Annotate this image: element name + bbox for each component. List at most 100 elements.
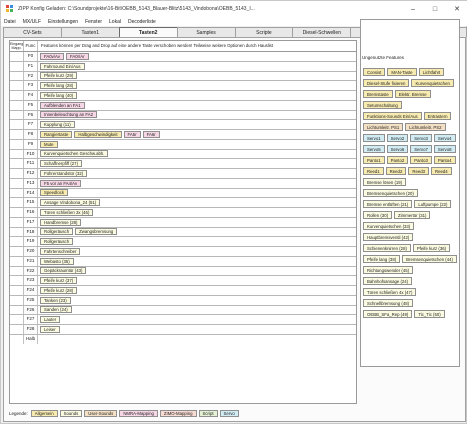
eingang-mapping-cell[interactable] xyxy=(10,208,24,217)
unused-feature-lichtumleitr-ps2[interactable]: Lichtumleitr. PS2 xyxy=(405,123,446,131)
unused-feature-servo8[interactable]: Servo8 xyxy=(433,145,456,153)
eingang-mapping-cell[interactable] xyxy=(10,159,24,168)
unused-feature-pfeife-lang-38[interactable]: Pfeife lang (38) xyxy=(363,255,401,263)
eingang-mapping-cell[interactable] xyxy=(10,227,24,237)
tab-scripte[interactable]: Scripte xyxy=(234,27,294,37)
unused-feature-servo4[interactable]: Servo4 xyxy=(433,134,456,142)
tab-tasten1[interactable]: Tasten1 xyxy=(60,27,120,37)
feature-drop-zone[interactable]: Lauter xyxy=(38,315,356,324)
unused-feature-panto3[interactable]: Panto3 xyxy=(410,156,432,164)
unused-feature-kurvenquietschen[interactable]: Kurvenquietschen xyxy=(411,79,454,87)
eingang-mapping-cell[interactable] xyxy=(10,247,24,256)
feature-drop-zone[interactable]: Rollgeräusch Zwangsbremsung xyxy=(38,228,356,237)
feature-drop-zone[interactable]: Tanken (23) xyxy=(38,296,356,305)
unused-feature-schienenknirren-28[interactable]: Schienenknirren (28) xyxy=(363,244,411,252)
feature-drop-zone[interactable]: Ansage Vindobona_24 (51) xyxy=(38,198,356,207)
feature-chip-leiser[interactable]: Leiser xyxy=(40,325,60,333)
unused-feature-diesel-stufe-fixieren[interactable]: Diesel-Stufe fixieren xyxy=(363,79,410,87)
feature-drop-zone[interactable]: Innenbeleuchtung an FA2 xyxy=(38,111,356,120)
feature-drop-zone[interactable]: Sanden (24) xyxy=(38,306,356,315)
feature-chip-lauter[interactable]: Lauter xyxy=(40,316,61,324)
eingang-mapping-cell[interactable] xyxy=(10,276,24,285)
menu-item-fenster[interactable]: Fenster xyxy=(85,19,102,25)
unused-feature-bremse-entl-ften-21[interactable]: Bremse entlüften (21) xyxy=(363,200,413,208)
feature-chip-pfeife-kurz-37[interactable]: Pfeife kurz (37) xyxy=(40,277,78,285)
feature-chip-schaffnerpfiff-27[interactable]: Schaffnerpfiff (27) xyxy=(40,160,82,168)
unused-feature-man-taste[interactable]: MAN-Taste xyxy=(387,68,417,76)
eingang-mapping-cell[interactable] xyxy=(10,266,24,276)
eingang-mapping-cell[interactable] xyxy=(10,178,24,188)
unused-feature-reed1[interactable]: Reed1 xyxy=(363,167,384,175)
feature-chip-aufblenden-an-fa1[interactable]: Aufblenden an FA1 xyxy=(40,101,85,109)
feature-chip-tanken-23[interactable]: Tanken (23) xyxy=(40,296,71,304)
feature-chip-pfeife-kurz-29[interactable]: Pfeife kurz (29) xyxy=(40,72,78,80)
unused-feature-servo7[interactable]: Servo7 xyxy=(410,145,432,153)
close-button[interactable]: ✕ xyxy=(446,1,467,17)
feature-chip-pfeife-kurz-28[interactable]: Pfeife kurz (28) xyxy=(40,286,78,294)
tab-cv-sets[interactable]: CV-Sets xyxy=(3,27,62,37)
eingang-mapping-cell[interactable] xyxy=(10,305,24,315)
unused-feature-schnellbremsung-48[interactable]: Schnellbremsung (48) xyxy=(363,299,414,307)
feature-drop-zone[interactable]: Pfeife lang (40) xyxy=(38,91,356,100)
eingang-mapping-cell[interactable] xyxy=(10,237,24,246)
feature-chip-innenbeleuchtung-an-fa2[interactable]: Innenbeleuchtung an FA2 xyxy=(40,111,97,119)
feature-drop-zone[interactable]: Fahrtenschreiber xyxy=(38,247,356,256)
unused-feature-panto2[interactable]: Panto2 xyxy=(386,156,409,164)
unused-feature-servo1[interactable]: Servo1 xyxy=(363,134,385,142)
unused-feature-servo3[interactable]: Servo3 xyxy=(410,134,432,142)
unused-feature-richtungswender-45[interactable]: Richtungswender (45) xyxy=(363,266,414,274)
menu-item-decoderliste[interactable]: Decoderliste xyxy=(128,19,156,25)
feature-chip-sanden-24[interactable]: Sanden (24) xyxy=(40,306,72,314)
minimize-button[interactable]: – xyxy=(402,1,424,17)
feature-drop-zone[interactable]: Speedlock xyxy=(38,189,356,198)
feature-chip-halbgeschwindigkeit[interactable]: Halbgeschwindigkeit xyxy=(74,130,122,138)
feature-drop-zone[interactable]: Handbremse (28) xyxy=(38,218,356,227)
feature-drop-zone[interactable]: Kurvenquietschen Geschw.abh. xyxy=(38,150,356,159)
tab-samples[interactable]: Samples xyxy=(176,27,236,37)
feature-drop-zone[interactable]: Pfeife kurz (29) xyxy=(38,72,356,81)
unused-feature-reed3[interactable]: Reed3 xyxy=(408,167,430,175)
feature-chip-mute[interactable]: Mute xyxy=(40,140,58,148)
unused-feature-bremsenquietschen-44[interactable]: Bremsenquietschen (44) xyxy=(402,255,457,263)
eingang-mapping-cell[interactable] xyxy=(10,149,24,159)
eingang-mapping-cell[interactable] xyxy=(10,81,24,90)
unused-feature-reed4[interactable]: Reed4 xyxy=(431,167,452,175)
eingang-mapping-cell[interactable] xyxy=(10,139,24,149)
feature-drop-zone[interactable]: Türen schließen 3x (46) xyxy=(38,208,356,217)
feature-drop-zone[interactable]: Gepäckraumtür (43) xyxy=(38,267,356,276)
feature-drop-zone[interactable]: Aufblenden an FA1 xyxy=(38,101,356,110)
unused-feature-setumschaltung[interactable]: Setumschaltung xyxy=(363,101,402,109)
eingang-mapping-cell[interactable] xyxy=(10,295,24,305)
feature-drop-zone[interactable]: F5 vor an FA4/Av xyxy=(38,179,356,188)
unused-feature-bahnhofsansage-24[interactable]: Bahnhofsansage (24) xyxy=(363,277,413,285)
unused-feature-reed2[interactable]: Reed2 xyxy=(385,167,407,175)
feature-chip-kurvenquietschen-geschw-abh[interactable]: Kurvenquietschen Geschw.abh. xyxy=(40,150,109,158)
feature-drop-zone[interactable] xyxy=(38,335,356,344)
unused-feature-oebb-sfa-rep-49[interactable]: OEBB_SFa_Rep (49) xyxy=(363,310,413,318)
feature-chip-fahrsound-ein-aus[interactable]: Fahrsound Ein/Aus xyxy=(40,62,85,70)
unused-feature-kurvenquietschen-33[interactable]: Kurvenquietschen (33) xyxy=(363,222,415,230)
eingang-mapping-cell[interactable] xyxy=(10,110,24,120)
feature-drop-zone[interactable]: Leiser xyxy=(38,325,356,334)
feature-drop-zone[interactable]: Rangiertaste Halbgeschwindigkeit FA5r FA6r xyxy=(38,130,356,139)
unused-feature-bremsenquietschen-20[interactable]: Bremsenquietschen (20) xyxy=(363,189,418,197)
eingang-mapping-cell[interactable] xyxy=(10,130,24,139)
eingang-mapping-cell[interactable] xyxy=(10,91,24,100)
unused-feature-consist[interactable]: Consist xyxy=(363,68,386,76)
feature-chip-pfeife-lang-28[interactable]: Pfeife lang (28) xyxy=(40,82,78,90)
tab-diesel-schwellen[interactable]: Diesel-Schwellen xyxy=(292,27,352,37)
feature-drop-zone[interactable]: Pfeife kurz (37) xyxy=(38,276,356,285)
unused-feature-t-ren-schlie-en-4x-47[interactable]: Türen schließen 4x (47) xyxy=(363,288,417,296)
feature-chip-rangiertaste[interactable]: Rangiertaste xyxy=(40,130,73,138)
feature-drop-zone[interactable]: FA0v/Av FA0r/Ar xyxy=(38,52,356,61)
eingang-mapping-cell[interactable] xyxy=(10,120,24,129)
feature-chip-f-hrerstandst-r-32[interactable]: Führerstandstür (32) xyxy=(40,169,88,177)
unused-feature-servo5[interactable]: Servo5 xyxy=(363,145,385,153)
eingang-mapping-cell[interactable] xyxy=(10,325,24,334)
unused-feature-pfeife-kurz-36[interactable]: Pfeife kurz (36) xyxy=(412,244,451,252)
unused-feature-panto1[interactable]: Panto1 xyxy=(363,156,385,164)
feature-chip-fa5r[interactable]: FA5r xyxy=(123,130,141,138)
feature-chip-t-ren-schlie-en-3x-46[interactable]: Türen schließen 3x (46) xyxy=(40,208,94,216)
feature-drop-zone[interactable]: Mute xyxy=(38,140,356,149)
eingang-mapping-cell[interactable] xyxy=(10,315,24,324)
